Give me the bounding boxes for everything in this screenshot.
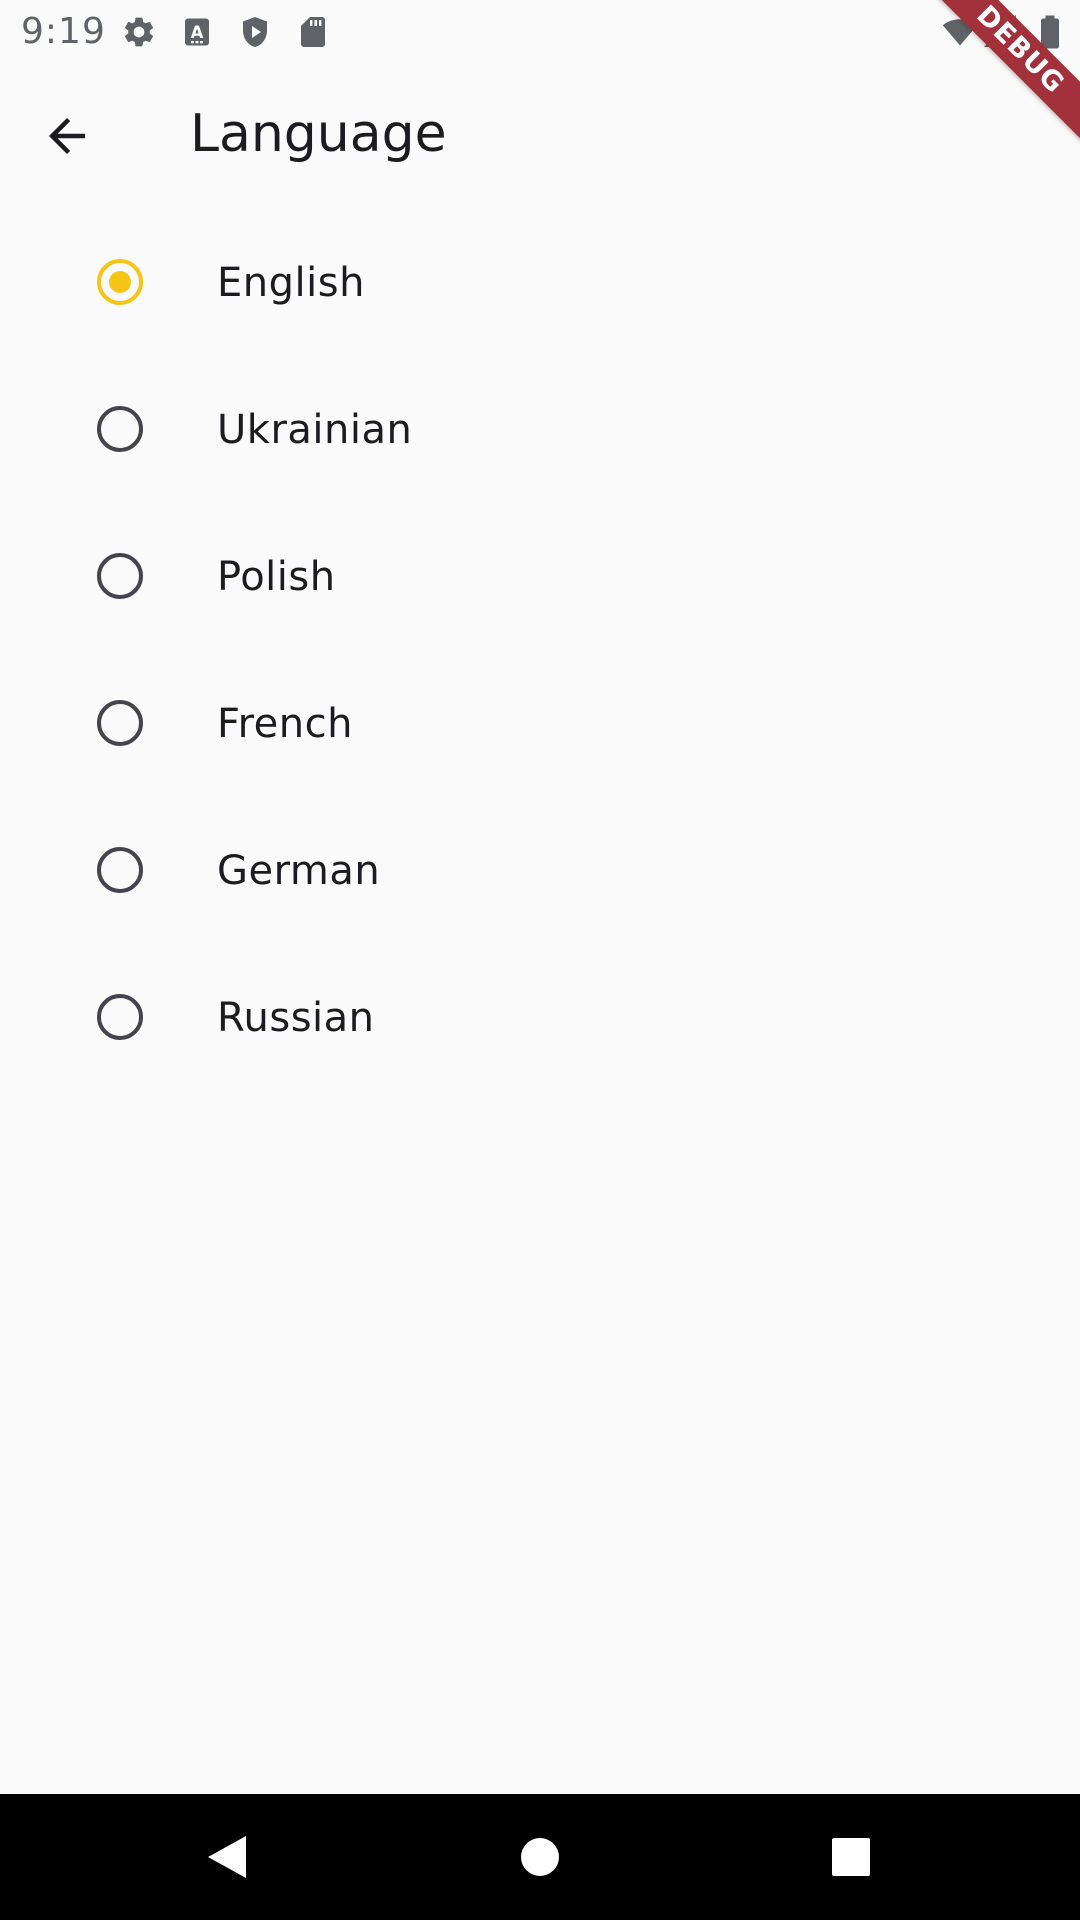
language-option-ukrainian[interactable]: Ukrainian (0, 356, 1080, 503)
navigation-bar (0, 1794, 1080, 1920)
language-option-russian[interactable]: Russian (0, 944, 1080, 1091)
language-label: German (217, 848, 381, 894)
language-label: French (217, 701, 353, 747)
language-label: Polish (217, 554, 336, 600)
language-label: Ukrainian (217, 407, 413, 453)
language-option-german[interactable]: German (0, 797, 1080, 944)
status-time: 9:19 (21, 11, 106, 52)
svg-text:A: A (191, 23, 204, 42)
language-option-english[interactable]: English (0, 209, 1080, 356)
shield-play-icon (237, 14, 273, 50)
radio-selected-dot (109, 271, 131, 293)
language-list: English Ukrainian Polish French German Russia… (0, 209, 1080, 1091)
page-title: Language (190, 104, 447, 164)
app-bar: Language (0, 64, 1080, 208)
arrow-back-icon (40, 109, 94, 163)
recents-square-icon (831, 1837, 871, 1877)
radio-button[interactable] (97, 259, 143, 305)
keyboard-a-icon: A (179, 14, 215, 50)
home-circle-icon (520, 1837, 560, 1877)
radio-button[interactable] (97, 847, 143, 893)
back-triangle-icon (204, 1833, 248, 1881)
gear-icon (121, 14, 157, 50)
nav-back-button[interactable] (194, 1825, 258, 1889)
language-label: Russian (217, 995, 375, 1041)
nav-recents-button[interactable] (819, 1825, 883, 1889)
status-bar: 9:19 A (0, 0, 1080, 64)
language-option-french[interactable]: French (0, 650, 1080, 797)
radio-button[interactable] (97, 406, 143, 452)
radio-button[interactable] (97, 994, 143, 1040)
radio-button[interactable] (97, 553, 143, 599)
radio-button[interactable] (97, 700, 143, 746)
nav-home-button[interactable] (508, 1825, 572, 1889)
sd-card-icon (295, 14, 331, 50)
language-label: English (217, 260, 365, 306)
back-button[interactable] (35, 104, 99, 168)
language-option-polish[interactable]: Polish (0, 503, 1080, 650)
